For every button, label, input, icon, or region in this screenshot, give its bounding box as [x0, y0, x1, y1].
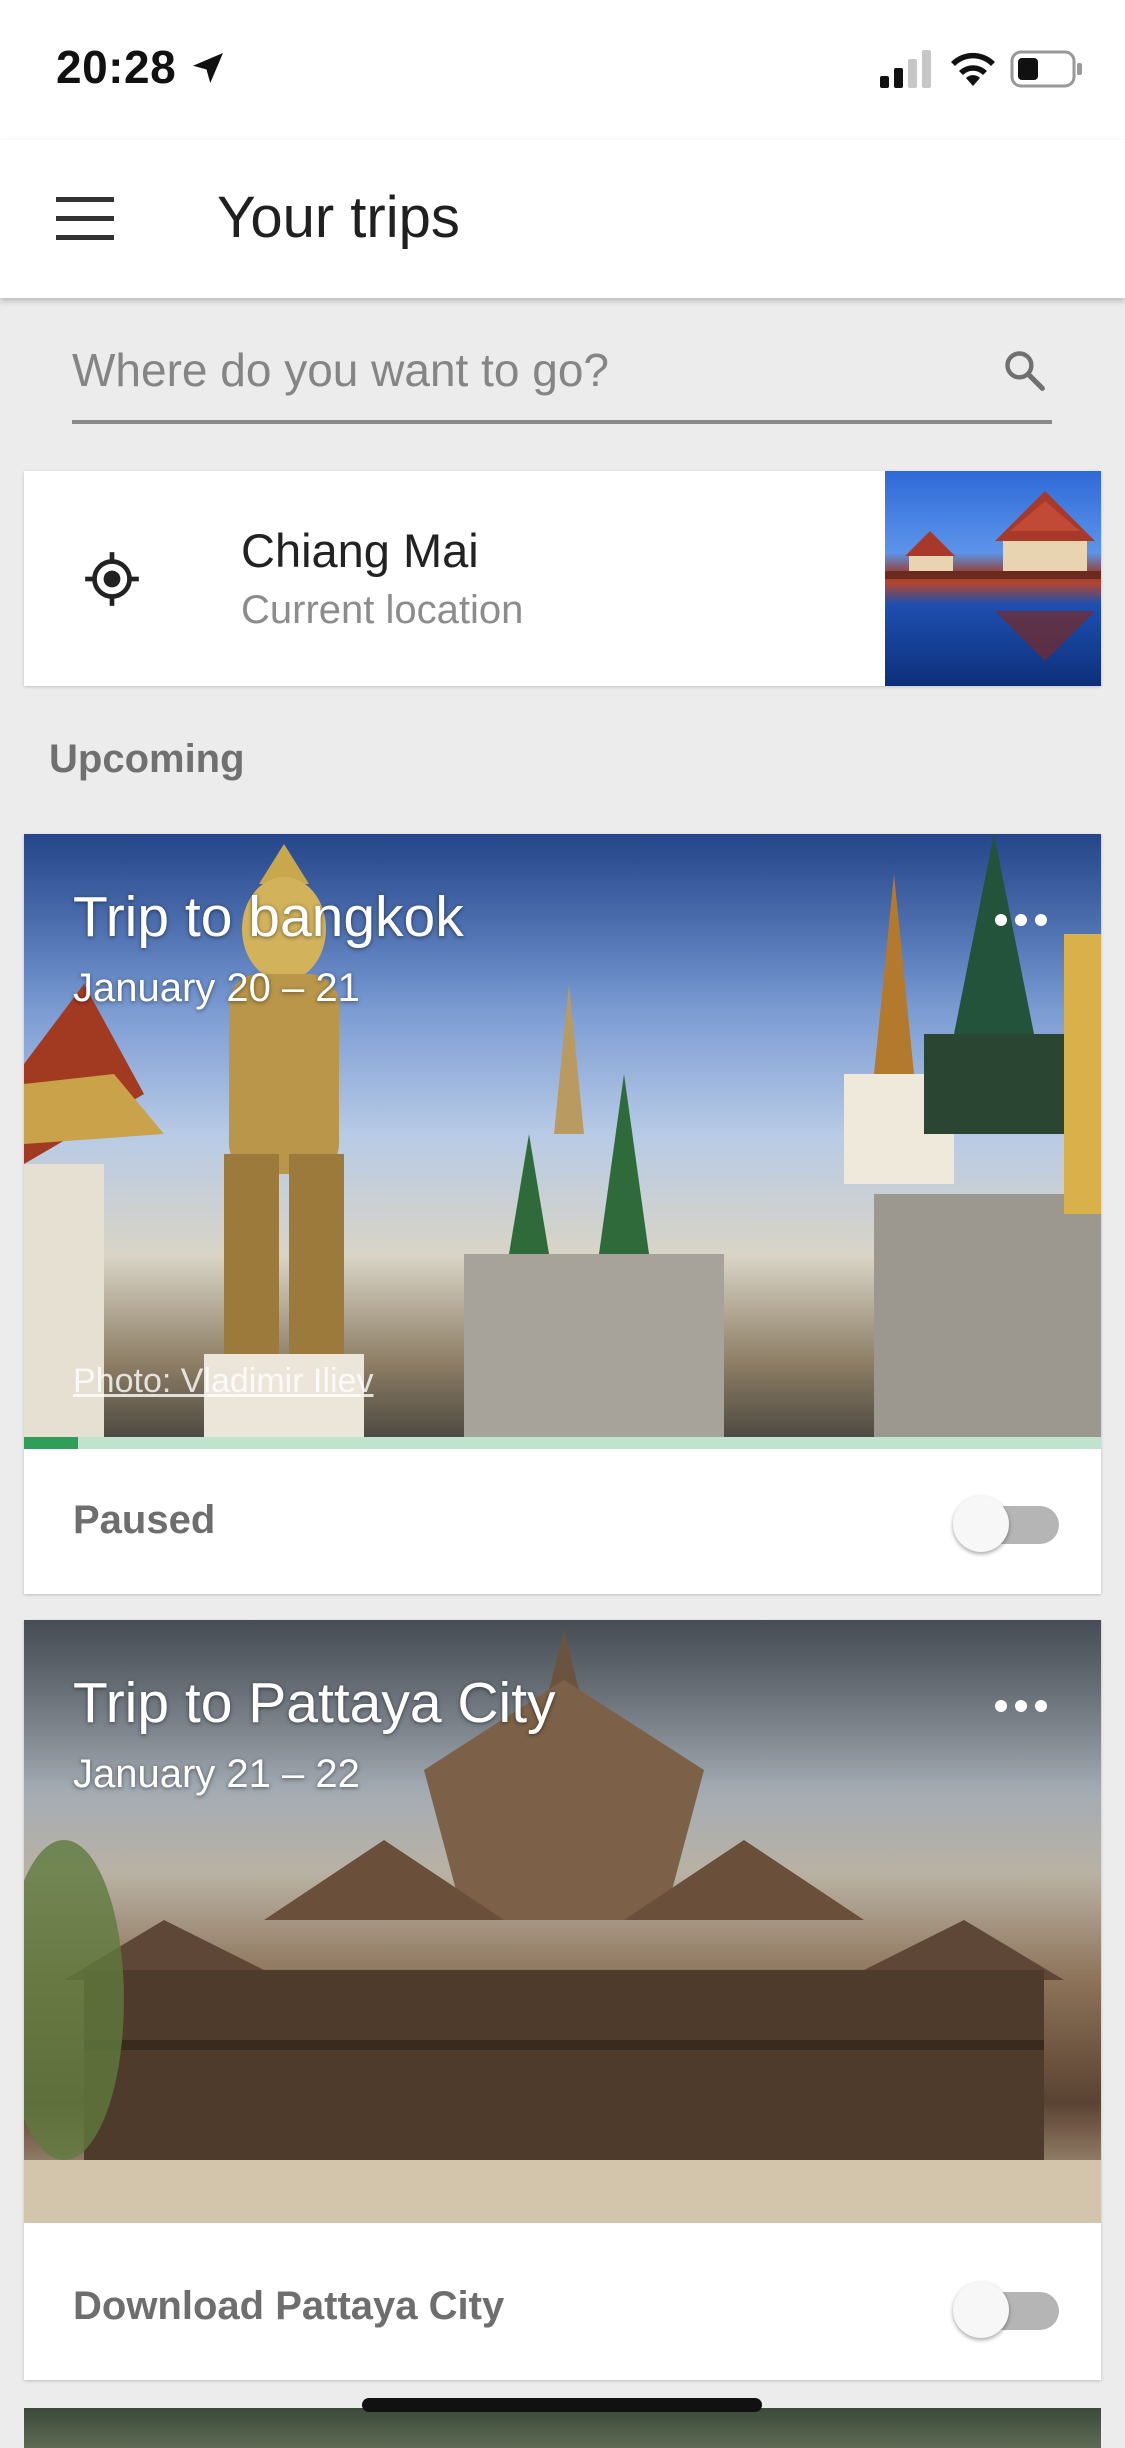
location-name: Chiang Mai: [241, 524, 479, 577]
trip-title: Trip to bangkok: [73, 885, 464, 949]
trip-photo-bangkok: Trip to bangkok January 20 – 21 Photo: V…: [24, 834, 1101, 1437]
download-label: Download Pattaya City: [73, 2284, 505, 2328]
download-progress-fill: [24, 1437, 78, 1449]
search-bar[interactable]: [72, 330, 1052, 424]
status-bar: 20:28: [0, 0, 1125, 140]
trip-title: Trip to Pattaya City: [73, 1671, 556, 1735]
download-progress-bar: [24, 1437, 1101, 1449]
battery-icon: [1010, 50, 1082, 88]
page-title: Your trips: [217, 185, 460, 250]
location-arrow-icon: [193, 53, 223, 83]
wifi-icon: [951, 52, 995, 86]
download-toggle[interactable]: [953, 2282, 1063, 2338]
home-indicator[interactable]: [362, 2398, 762, 2412]
more-options-icon[interactable]: [993, 910, 1049, 930]
trip-card-next[interactable]: [24, 2408, 1101, 2448]
app-bar: Your trips: [0, 140, 1125, 298]
hamburger-menu-icon[interactable]: [56, 197, 114, 241]
search-icon[interactable]: [1002, 348, 1046, 392]
location-subtitle: Current location: [241, 588, 524, 632]
download-toggle[interactable]: [953, 1496, 1063, 1552]
temple-thumbnail-image: [885, 491, 1101, 661]
trip-card-bangkok[interactable]: Trip to bangkok January 20 – 21 Photo: V…: [24, 834, 1101, 1594]
my-location-icon: [85, 552, 139, 606]
trip-dates: January 20 – 21: [73, 966, 360, 1010]
status-time: 20:28: [56, 41, 177, 93]
search-input[interactable]: [72, 340, 972, 400]
trip-dates: January 21 – 22: [73, 1752, 360, 1796]
section-upcoming: Upcoming: [49, 737, 245, 781]
location-thumbnail: [885, 471, 1101, 686]
trip-card-pattaya[interactable]: Trip to Pattaya City January 21 – 22 Dow…: [24, 1620, 1101, 2380]
toggle-knob: [953, 1496, 1009, 1552]
toggle-knob: [953, 2282, 1009, 2338]
more-options-icon[interactable]: [993, 1696, 1049, 1716]
cellular-signal-icon: [880, 50, 931, 88]
photo-credit-link[interactable]: Photo: Vladimir Iliev: [73, 1362, 373, 1401]
trip-photo-pattaya: Trip to Pattaya City January 21 – 22: [24, 1620, 1101, 2223]
current-location-card[interactable]: Chiang Mai Current location: [24, 471, 1101, 686]
trip-status-label: Paused: [73, 1498, 216, 1542]
